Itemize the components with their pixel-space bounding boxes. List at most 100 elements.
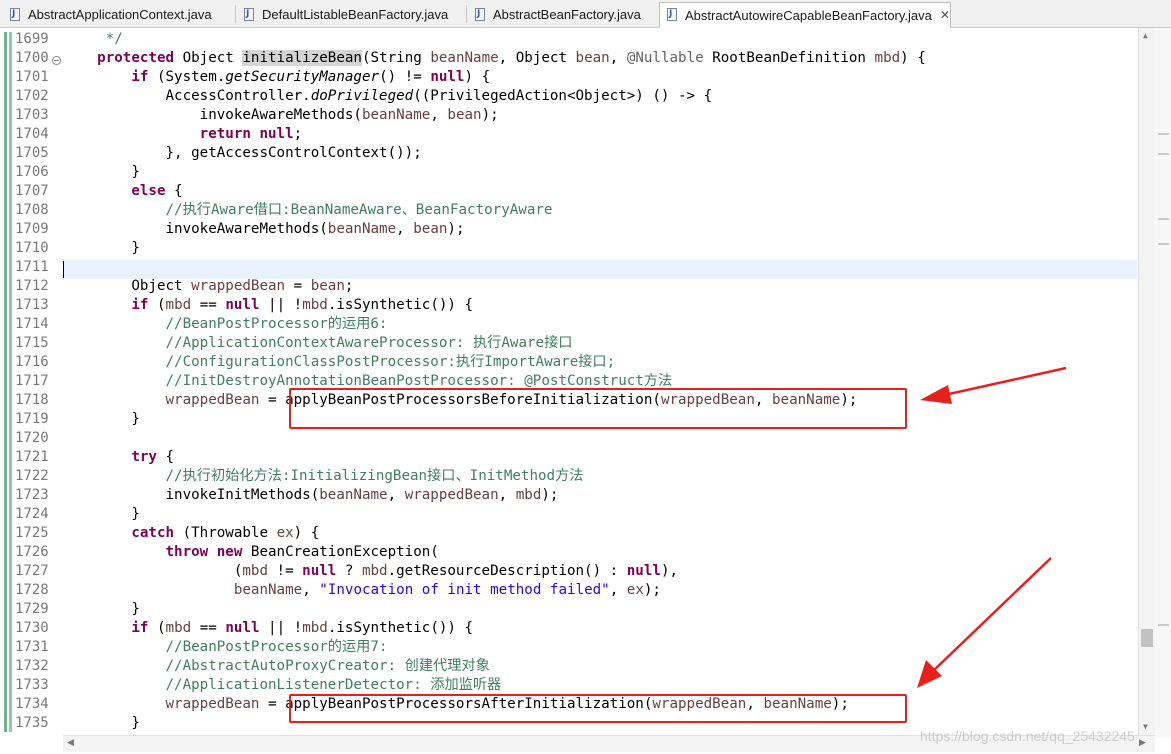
code-line: beanName, "Invocation of init method fai… — [63, 581, 661, 600]
line-number: 1718 — [15, 392, 49, 408]
code-line: invokeAwareMethods(beanName, bean); — [63, 220, 464, 239]
annotation-box-after-initialization — [289, 694, 907, 723]
code-token: { — [165, 183, 183, 199]
code-token: , — [609, 582, 627, 598]
code-token: ), — [660, 563, 679, 579]
code-token: //InitDestroyAnnotationBeanPostProcessor… — [165, 373, 673, 389]
code-token: == — [191, 620, 226, 636]
scrollbar-thumb[interactable] — [1141, 629, 1153, 647]
close-tab-icon[interactable]: ✕ — [940, 8, 950, 22]
code-line: }, getAccessControlContext()); — [63, 144, 422, 163]
code-token: , — [430, 107, 448, 123]
code-token: wrappedBean — [191, 278, 286, 294]
code-token: ); — [481, 107, 499, 123]
code-token: { — [156, 449, 175, 465]
scroll-up-icon[interactable]: ▲ — [1143, 31, 1148, 40]
code-token: , Object — [498, 50, 576, 66]
code-token: BeanCreationException( — [242, 544, 439, 560]
code-token: bean — [447, 107, 482, 123]
code-token: //ApplicationContextAwareProcessor: 执行Aw… — [165, 335, 573, 351]
code-token: null — [225, 297, 260, 313]
code-token: (Throwable — [174, 525, 277, 541]
code-token: null — [626, 563, 661, 579]
code-token: null — [225, 620, 260, 636]
line-number: 1714 — [15, 316, 49, 332]
fold-collapse-icon[interactable]: − — [52, 56, 61, 65]
line-number: 1701 — [15, 69, 49, 85]
scroll-left-icon[interactable]: ◀ — [67, 738, 74, 748]
code-token: ); — [541, 487, 559, 503]
code-line: (mbd != null ? mbd.getResourceDescriptio… — [63, 562, 678, 581]
code-token: ex — [276, 525, 294, 541]
code-token: */ — [105, 31, 123, 47]
code-line: //BeanPostProcessor的运用6: — [63, 315, 388, 334]
code-token: //ConfigurationClassPostProcessor:执行Impo… — [165, 354, 616, 370]
code-token: null — [430, 69, 465, 85]
line-number: 1719 — [15, 411, 49, 427]
code-token: != — [268, 563, 303, 579]
code-token: //执行初始化方法:InitializingBean接口、InitMethod方… — [165, 468, 584, 484]
code-token: new — [216, 544, 243, 560]
tab-default-listable-bean-factory[interactable]: J DefaultListableBeanFactory.java — [236, 2, 468, 27]
code-token: } — [63, 164, 140, 180]
code-token: ) { — [900, 50, 926, 66]
code-token: invokeAwareMethods( — [63, 221, 328, 237]
code-token: //执行Aware借口:BeanNameAware、BeanFactoryAwa… — [165, 202, 553, 218]
vertical-scrollbar[interactable]: ▲ ▼ — [1138, 28, 1155, 738]
code-line: catch (Throwable ex) { — [63, 524, 319, 543]
tab-abstract-autowire-capable-bean-factory[interactable]: J AbstractAutowireCapableBeanFactory.jav… — [659, 2, 951, 28]
overview-ruler[interactable] — [1155, 28, 1171, 738]
line-number: 1731 — [15, 639, 49, 655]
code-token: (System. — [148, 69, 226, 85]
line-number: 1711 — [15, 259, 49, 275]
code-token: ? — [336, 563, 362, 579]
code-token: mbd — [242, 563, 268, 579]
code-token: } — [63, 715, 140, 731]
code-line: if (System.getSecurityManager() != null)… — [63, 68, 490, 87]
code-token: null — [302, 563, 337, 579]
code-line: */ — [63, 30, 123, 49]
scroll-down-icon[interactable]: ▼ — [1143, 722, 1148, 731]
code-line: AccessController.doPrivileged((Privilege… — [63, 87, 712, 106]
tab-label: AbstractAutowireCapableBeanFactory.java — [685, 7, 932, 23]
line-number: 1730 — [15, 620, 49, 636]
line-number: 1710 — [15, 240, 49, 256]
scroll-right-icon[interactable]: ▶ — [1139, 738, 1146, 748]
code-token: (String — [361, 50, 431, 66]
line-number: 1733 — [15, 677, 49, 693]
line-number: 1726 — [15, 544, 49, 560]
code-token: }, getAccessControlContext()); — [63, 145, 422, 161]
annotation-box-before-initialization — [289, 388, 907, 429]
java-file-icon: J — [243, 7, 257, 22]
line-number: 1699 — [15, 31, 49, 47]
tab-abstract-application-context[interactable]: J AbstractApplicationContext.java — [2, 2, 234, 27]
line-number: 1705 — [15, 145, 49, 161]
code-token: mbd — [515, 487, 542, 503]
tab-abstract-bean-factory[interactable]: J AbstractBeanFactory.java — [467, 2, 657, 27]
code-token: .isSynthetic()) { — [327, 297, 474, 313]
code-text-area[interactable]: */ protected Object initializeBean(Strin… — [63, 28, 1137, 738]
code-token: , — [396, 221, 414, 237]
code-token: @Nullable — [626, 50, 704, 66]
code-token: mbd — [874, 50, 901, 66]
line-number: 1712 — [15, 278, 49, 294]
line-number: 1720 — [15, 430, 49, 446]
code-token: if — [131, 620, 149, 636]
code-token: mbd — [361, 563, 388, 579]
code-token: initializeBean — [242, 50, 362, 66]
line-number: 1703 — [15, 107, 49, 123]
code-line: } — [63, 163, 140, 182]
code-token: beanName — [361, 107, 431, 123]
code-line: try { — [63, 448, 174, 467]
code-line: Object wrappedBean = bean; — [63, 277, 353, 296]
line-number: 1732 — [15, 658, 49, 674]
